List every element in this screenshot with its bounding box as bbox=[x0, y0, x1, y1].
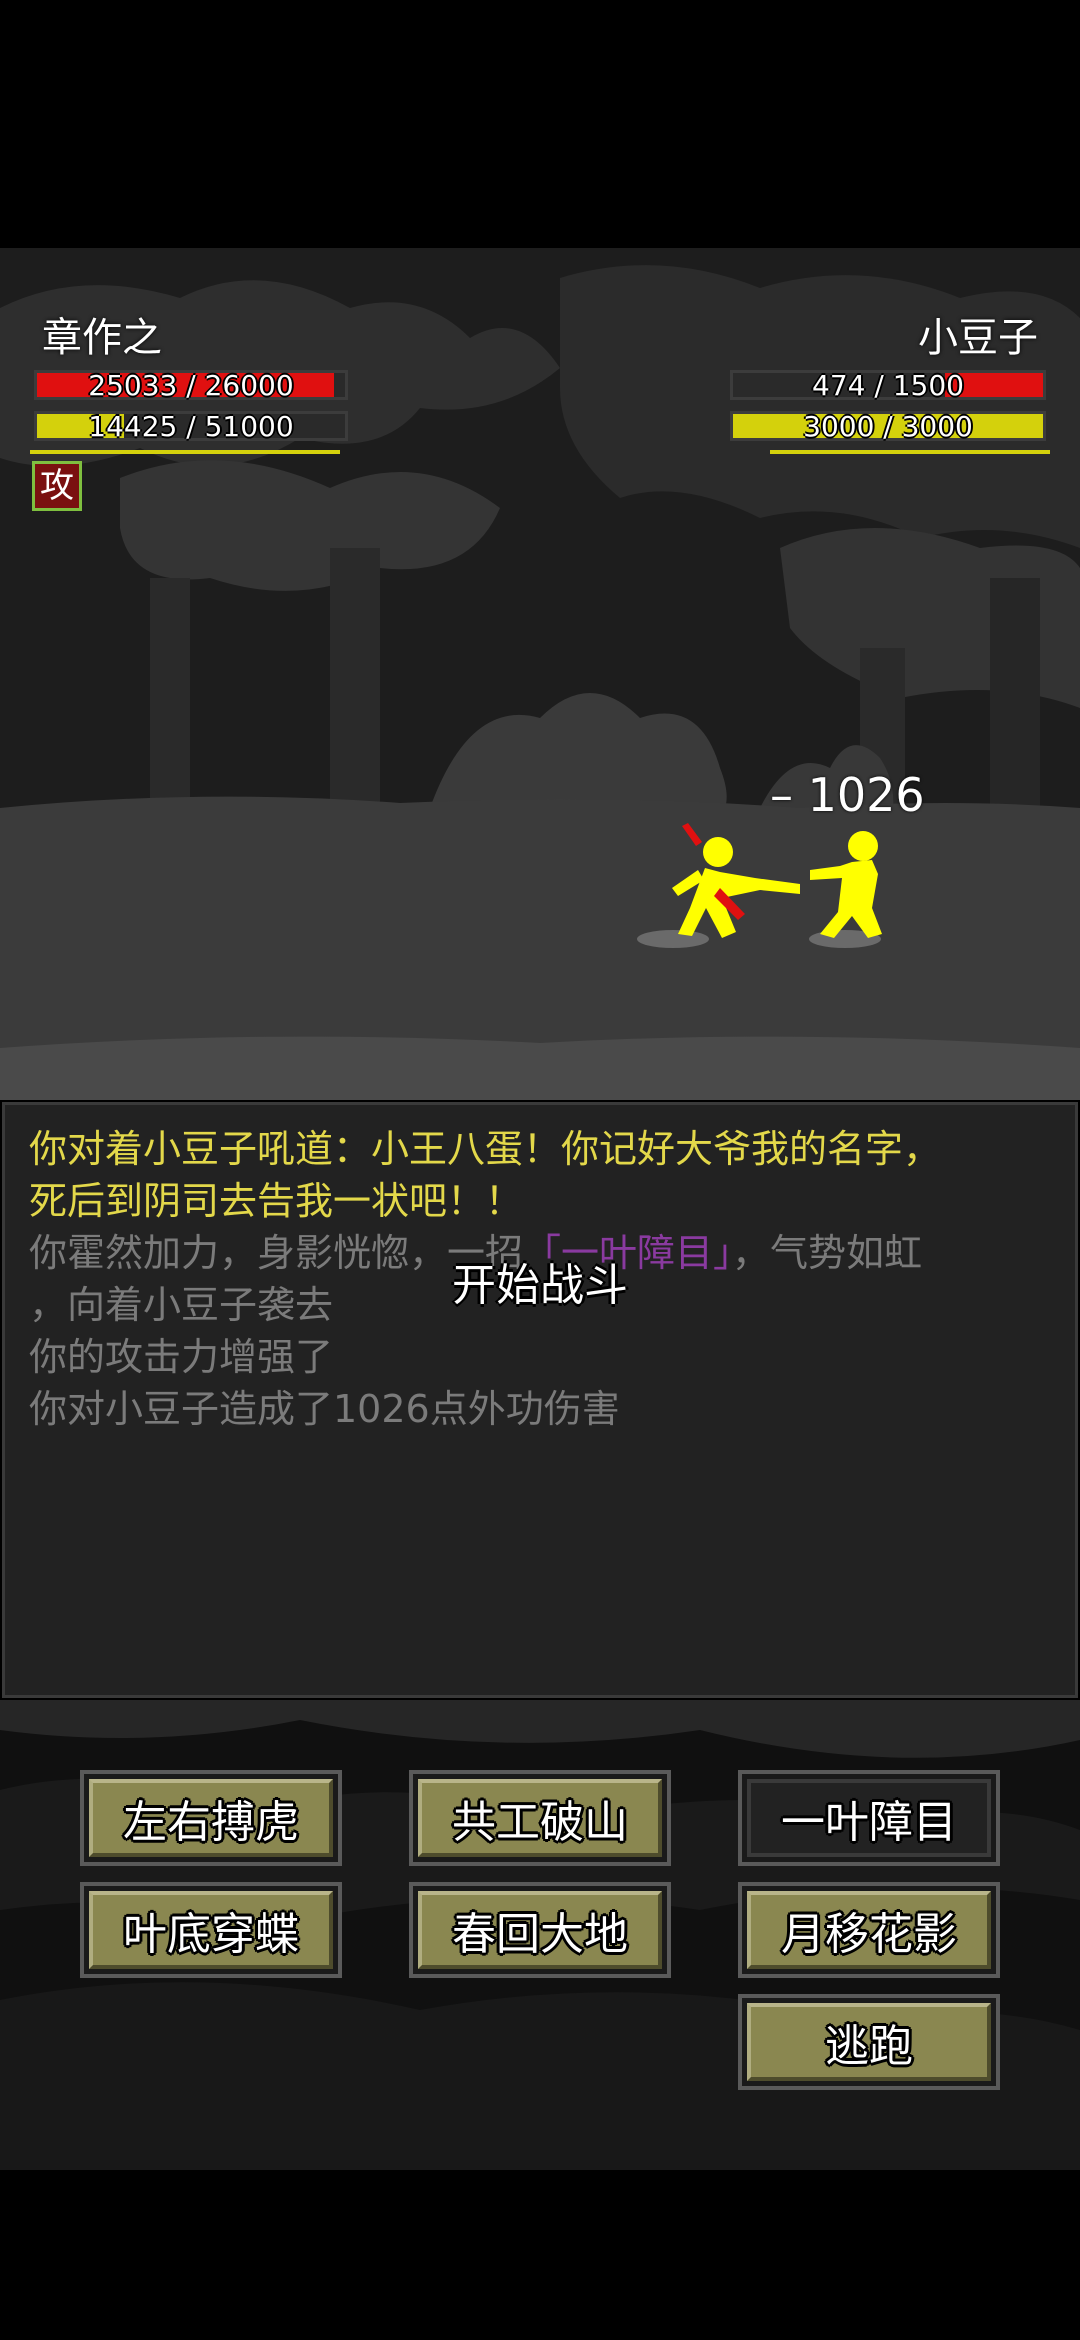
flee-button[interactable]: 逃跑 bbox=[738, 1994, 1000, 2090]
enemy-mp-bar: 3000 / 3000 bbox=[730, 411, 1046, 441]
skill-label-6: 月移花影 bbox=[747, 1891, 991, 1969]
skill-button-1[interactable]: 左右搏虎 bbox=[80, 1770, 342, 1866]
skill-button-2[interactable]: 共工破山 bbox=[409, 1770, 671, 1866]
battle-scene: 章作之 小豆子 25033 / 26000 14425 / 51000 474 … bbox=[0, 248, 1080, 1100]
skill-button-6[interactable]: 月移花影 bbox=[738, 1882, 1000, 1978]
enemy-hp-bar: 474 / 1500 bbox=[730, 370, 1046, 400]
skill-panel: 左右搏虎 共工破山 一叶障目 叶底穿蝶 春回大地 月移花影 逃跑 bbox=[0, 1700, 1080, 2170]
damage-popup: – 1026 bbox=[770, 768, 925, 822]
skill-label-1: 左右搏虎 bbox=[89, 1779, 333, 1857]
player-hp-text: 25033 / 26000 bbox=[88, 369, 294, 402]
log-line: 你对小豆子造成了1026点外功伤害 bbox=[29, 1387, 620, 1431]
skill-label-5: 春回大地 bbox=[418, 1891, 662, 1969]
log-line: 你的攻击力增强了 bbox=[29, 1335, 334, 1379]
skill-label-3: 一叶障目 bbox=[747, 1779, 991, 1857]
log-line: 死后到阴司去告我一状吧！！ bbox=[29, 1179, 524, 1223]
battle-start-message: 开始战斗 bbox=[452, 1260, 628, 1311]
skill-button-3[interactable]: 一叶障目 bbox=[738, 1770, 1000, 1866]
player-mp-text: 14425 / 51000 bbox=[88, 410, 294, 443]
attack-buff-badge: 攻 bbox=[32, 461, 82, 511]
player-hp-bar: 25033 / 26000 bbox=[34, 370, 348, 400]
enemy-name: 小豆子 bbox=[918, 315, 1038, 361]
skill-button-4[interactable]: 叶底穿蝶 bbox=[80, 1882, 342, 1978]
skill-label-4: 叶底穿蝶 bbox=[89, 1891, 333, 1969]
enemy-mp-text: 3000 / 3000 bbox=[803, 410, 973, 443]
player-name: 章作之 bbox=[42, 315, 162, 361]
flee-label: 逃跑 bbox=[747, 2003, 991, 2081]
log-line: 你对着小豆子吼道：小王八蛋！你记好大爷我的名字， bbox=[29, 1127, 942, 1171]
skill-label-2: 共工破山 bbox=[418, 1779, 662, 1857]
player-mp-bar: 14425 / 51000 bbox=[34, 411, 348, 441]
enemy-hp-text: 474 / 1500 bbox=[812, 369, 964, 402]
skill-button-5[interactable]: 春回大地 bbox=[409, 1882, 671, 1978]
enemy-bar-underline bbox=[770, 450, 1050, 454]
battle-log: 你对着小豆子吼道：小王八蛋！你记好大爷我的名字， 死后到阴司去告我一状吧！！ 你霍然… bbox=[2, 1102, 1078, 1698]
player-bar-underline bbox=[30, 450, 340, 454]
